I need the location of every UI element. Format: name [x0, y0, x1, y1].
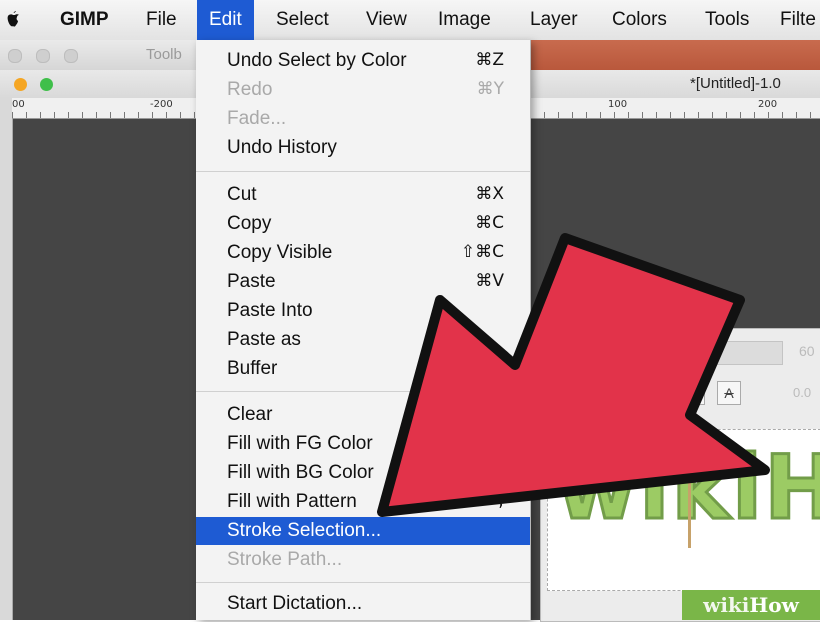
menu-view[interactable]: View	[366, 0, 407, 40]
menu-item-shortcut: ⌘X	[475, 184, 504, 204]
menu-edit[interactable]: Edit	[197, 0, 254, 40]
menu-item-paste-into[interactable]: Paste Into	[196, 297, 530, 325]
toolbox-title: Toolb	[146, 46, 182, 63]
toolbox-close-button[interactable]	[8, 49, 22, 63]
menu-item-shortcut: ⌘C	[475, 213, 504, 233]
baseline-offset-value[interactable]: 0.0	[793, 385, 811, 400]
menu-item-fade[interactable]: Fade...	[196, 105, 530, 133]
menu-item-label: Paste as	[227, 329, 301, 350]
menu-item-label: Copy	[227, 213, 272, 234]
background-window-strip	[530, 40, 820, 70]
window-minimize-button[interactable]	[14, 78, 27, 91]
underline-icon[interactable]: A	[681, 381, 705, 405]
menu-select[interactable]: Select	[276, 0, 329, 40]
menu-tools[interactable]: Tools	[705, 0, 749, 40]
menu-filters[interactable]: Filte	[780, 0, 816, 40]
edit-menu-dropdown: Undo Select by Color ⌘Z Redo ⌘Y Fade... Un…	[196, 40, 531, 620]
menu-item-label: Undo Select by Color	[227, 50, 407, 71]
menu-item-fill-bg[interactable]: Fill with BG Color	[196, 459, 530, 487]
menu-item-stroke-path[interactable]: Stroke Path...	[196, 546, 530, 574]
menu-layer[interactable]: Layer	[530, 0, 578, 40]
menu-item-label: Buffer	[227, 358, 278, 379]
menu-item-buffer[interactable]: Buffer	[196, 355, 530, 383]
ruler-label: 00	[12, 99, 25, 110]
menu-item-shortcut: ;	[498, 491, 504, 511]
menu-item-label: Clear	[227, 404, 273, 425]
window-zoom-button[interactable]	[40, 78, 53, 91]
menu-item-copy[interactable]: Copy ⌘C	[196, 210, 530, 238]
menu-item-undo-select-by-color[interactable]: Undo Select by Color ⌘Z	[196, 47, 530, 75]
menu-item-fill-fg[interactable]: Fill with FG Color	[196, 430, 530, 458]
menu-item-label: Fill with FG Color	[227, 433, 373, 454]
canvas-text-box[interactable]: wikiH	[547, 429, 820, 591]
ruler-label: 100	[608, 99, 628, 110]
menu-item-paste[interactable]: Paste ⌘V	[196, 268, 530, 296]
menu-item-start-dictation[interactable]: Start Dictation...	[196, 590, 530, 618]
menu-item-shortcut: ⌘V	[475, 271, 504, 291]
italic-icon[interactable]: A	[645, 381, 669, 405]
menu-file[interactable]: File	[146, 0, 177, 40]
vertical-ruler	[0, 98, 13, 620]
menu-item-label: Fill with Pattern	[227, 491, 357, 512]
menu-item-shortcut: ⌘Z	[475, 50, 504, 70]
menu-bar: GIMP File Edit Select View Image Layer C…	[0, 0, 820, 41]
menu-item-cut[interactable]: Cut ⌘X	[196, 181, 530, 209]
toolbox-zoom-button[interactable]	[64, 49, 78, 63]
menu-item-stroke-selection[interactable]: Stroke Selection...	[196, 517, 530, 545]
menu-item-shortcut: ⇧⌘C	[460, 242, 504, 262]
text-cursor	[688, 442, 691, 548]
ruler-label: 200	[758, 99, 778, 110]
menu-item-label: Paste	[227, 271, 276, 292]
menu-item-shortcut: ⌘Y	[476, 79, 504, 99]
menu-item-label: Paste Into	[227, 300, 313, 321]
strikethrough-icon[interactable]: A	[717, 381, 741, 405]
menu-item-redo[interactable]: Redo ⌘Y	[196, 76, 530, 104]
menu-colors[interactable]: Colors	[612, 0, 667, 40]
watermark-how: How	[749, 593, 799, 617]
menu-item-fill-pattern[interactable]: Fill with Pattern;	[196, 488, 530, 516]
image-window-title: *[Untitled]-1.0	[690, 75, 781, 92]
menu-item-copy-visible[interactable]: Copy Visible ⇧⌘C	[196, 239, 530, 267]
menu-item-label: Fade...	[227, 108, 287, 129]
menu-app-name[interactable]: GIMP	[60, 0, 109, 40]
toolbox-minimize-button[interactable]	[36, 49, 50, 63]
apple-icon[interactable]	[6, 10, 20, 28]
toolbox-titlebar: Toolb	[0, 40, 196, 71]
menu-item-undo-history[interactable]: Undo History	[196, 134, 530, 162]
font-field[interactable]	[591, 341, 783, 365]
menu-item-label: Stroke Selection...	[227, 520, 382, 541]
menu-item-paste-as[interactable]: Paste as	[196, 326, 530, 354]
menu-item-label: Cut	[227, 184, 257, 205]
watermark-wiki: wiki	[703, 593, 750, 617]
menu-item-label: Copy Visible	[227, 242, 333, 263]
text-tool-panel: 60 A A A 0.0 wikiH	[540, 328, 820, 622]
menu-separator	[196, 171, 530, 172]
menu-separator	[196, 582, 530, 583]
font-size-value[interactable]: 60	[799, 343, 815, 359]
menu-item-label: Stroke Path...	[227, 549, 343, 570]
wikihow-watermark: wikiHow	[682, 590, 820, 620]
menu-item-label: Fill with BG Color	[227, 462, 374, 483]
menu-item-label: Undo History	[227, 137, 337, 158]
menu-image[interactable]: Image	[438, 0, 491, 40]
ruler-label: -200	[150, 99, 173, 110]
menu-item-label: Redo	[227, 79, 273, 100]
menu-item-clear[interactable]: Clear	[196, 401, 530, 429]
menu-item-label: Start Dictation...	[227, 593, 363, 614]
menu-separator	[196, 391, 530, 392]
